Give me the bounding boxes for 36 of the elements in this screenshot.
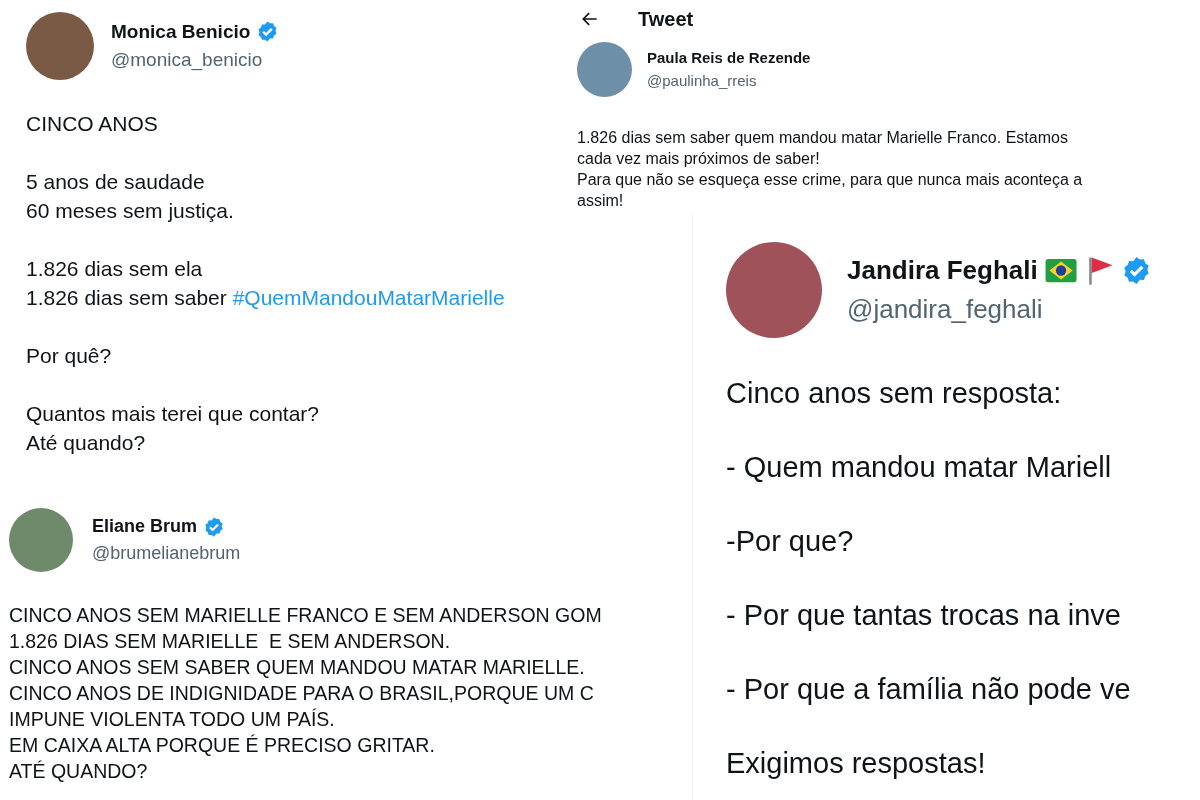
tweet-text-line: - Por que a família não pode ve [726,672,1131,707]
tweet-text-line: CINCO ANOS [26,111,158,137]
author-name[interactable]: Monica Benicio [111,17,251,46]
author-name[interactable]: Paula Reis de Rezende [647,47,811,70]
author-name[interactable]: Eliane Brum [92,513,198,540]
author-handle[interactable]: @brumelianebrum [92,540,241,567]
author-handle[interactable]: @jandira_feghali [847,290,1152,329]
tweet-text-line: -Por que? [726,524,854,559]
tweet-text-line: Por quê? [26,343,112,369]
tweet-text-line: Quantos mais terei que contar? [26,401,319,427]
tweet-text-line: Cinco anos sem resposta: [726,376,1062,411]
tweet-text-line: assim! [577,191,624,211]
tweet-text-line: 60 meses sem justiça. [26,198,234,224]
tweet-text-line: CINCO ANOS SEM SABER QUEM MANDOU MATAR MARIELLE. [9,655,585,680]
tweet-text-line: EM CAIXA ALTA PORQUE É PRECISO GRITAR. [9,733,435,758]
author-handle[interactable]: @paulinha_rreis [647,69,811,92]
tweet-text-line: CINCO ANOS SEM MARIELLE FRANCO E SEM ANDERSON GOM [9,603,602,628]
tweet-text-line: 1.826 dias sem ela [26,256,203,282]
tweet-text-line: Para que não se esqueça esse crime, para que nunca mais aconteça a [577,170,1083,190]
page-title: Tweet [638,7,694,32]
author-handle[interactable]: @monica_benicio [111,46,280,75]
tweet-text-line: Exigimos respostas! [726,746,986,781]
tweet-text-line: - Por que tantas trocas na inve [726,598,1121,633]
tweet-text-line: Até quando? [26,430,146,456]
tweet-text-line: ATÉ QUANDO? [9,759,148,784]
tweet-text-line: 1.826 dias sem saber #QuemMandouMatarMarielle [26,285,505,311]
tweet-text-line: IMPUNE VIOLENTA TODO UM PAÍS. [9,707,335,732]
avatar-placeholder[interactable] [577,42,632,97]
tweet-text-line: - Quem mandou matar Mariell [726,450,1112,485]
tweet-text-line: cada vez mais próximos de saber! [577,149,820,169]
tweet-text-line: 5 anos de saudade [26,169,205,195]
author-name[interactable]: Jandira Feghali [847,251,1038,290]
tweet-text-line: 1.826 DIAS SEM MARIELLE E SEM ANDERSON. [9,629,451,654]
verified-badge-icon [203,515,226,538]
tweet-text-line: CINCO ANOS DE INDIGNIDADE PARA O BRASIL,PORQUE UM C [9,681,594,706]
tweet-text-line: 1.826 dias sem saber quem mandou matar Marielle Franco. Estamos [577,128,1068,148]
